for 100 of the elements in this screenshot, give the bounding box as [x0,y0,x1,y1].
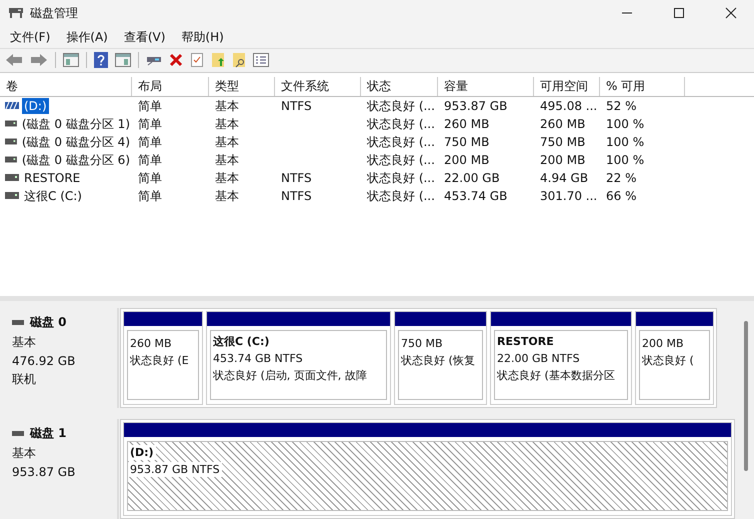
table-cell-text: 301.70 ... [539,188,598,205]
volume-name[interactable]: 这很C (C:) [22,188,84,204]
table-cell-text: 简单 [137,98,163,115]
forward-arrow-icon[interactable] [30,53,48,68]
table-cell-text: NTFS [280,170,313,187]
partition-block[interactable]: 750 MB 状态良好 (恢复 [394,310,487,405]
table-cell-text: 状态良好 (... [366,116,436,133]
maximize-icon[interactable] [673,7,685,20]
table-cell-text: 状态良好 (... [366,170,436,187]
partition-block[interactable]: RESTORE 22.00 GB NTFS 状态良好 (基本数据分区 [490,310,632,405]
column-header[interactable]: 卷 [0,76,132,96]
table-cell-text: 22.00 GB [443,170,501,187]
partition-name: 这很C (C:) [211,334,272,349]
table-cell-text: 200 MB [443,152,490,169]
disk-type: 基本 [12,444,37,462]
drive-icon [12,430,24,436]
close-icon[interactable] [725,7,737,20]
table-cell-text: 基本 [214,98,240,115]
table-cell-text: 基本 [214,152,240,169]
table-cell-text: 750 MB [443,134,490,151]
disk-size: 953.87 GB [12,464,76,479]
table-cell-text: 基本 [214,116,240,133]
table-cell-text: 200 MB [539,152,586,169]
table-cell-text: 100 % [605,152,646,169]
partition-status: 状态良好 (E [128,352,191,368]
table-cell-text: 简单 [137,116,163,133]
table-cell-text: 状态良好 (... [366,98,436,115]
table-cell-text: 52 % [605,98,638,115]
drive-icon [5,120,17,128]
table-cell-text: 基本 [214,134,240,151]
partition-block[interactable]: (D:) 953.87 GB NTFS [123,422,732,516]
scrollbar[interactable] [744,320,748,471]
drive-icon [12,320,24,325]
table-cell-text: 简单 [137,170,163,187]
table-cell-text: NTFS [280,188,313,205]
table-cell-text: 状态良好 (... [366,134,436,151]
list-icon[interactable] [253,53,269,68]
panel-icon[interactable] [63,53,79,68]
checked-document-icon[interactable] [190,52,204,68]
column-header[interactable]: 可用空间 [534,76,600,96]
folder-up-icon[interactable] [211,52,225,68]
partition-name: (D:) [128,444,156,460]
drive-icon [5,156,17,164]
back-arrow-icon[interactable] [5,53,23,68]
disk-status: 联机 [12,370,37,388]
table-cell-text: 状态良好 (... [366,152,436,169]
menu-item[interactable]: 帮助(H) [181,28,224,46]
menu-item[interactable]: 文件(F) [10,28,50,46]
volume-name[interactable]: (磁盘 0 磁盘分区 6) [20,152,132,168]
partition-size: 953.87 GB NTFS [128,462,222,477]
table-cell-text: 750 MB [539,134,586,151]
table-cell-text: 状态良好 (... [366,188,436,205]
disk-type: 基本 [12,334,37,351]
partition-block[interactable]: 200 MB 状态良好 ( [635,310,714,405]
table-cell-text: NTFS [280,98,313,115]
disk-size: 476.92 GB [12,354,76,368]
table-cell-text: 260 MB [443,116,490,133]
volume-name[interactable]: (磁盘 0 磁盘分区 4) [20,134,132,150]
window-title: 磁盘管理 [30,4,78,22]
partition-block[interactable]: 这很C (C:) 453.74 GB NTFS 状态良好 (启动, 页面文件, 故障 [206,310,391,405]
table-cell-text: 953.87 GB [443,98,508,115]
column-header[interactable]: 容量 [438,76,534,96]
panel-icon[interactable] [115,53,131,68]
table-cell-text: 22 % [605,170,638,187]
table-cell-text: 简单 [137,152,163,169]
menu-item[interactable]: 操作(A) [66,28,108,46]
table-cell-text: 4.94 GB [539,170,590,187]
table-cell-text: 基本 [214,188,240,205]
partition-status: 状态良好 (恢复 [399,352,477,368]
help-icon[interactable] [94,52,108,68]
table-cell-text: 495.08 ... [539,98,598,115]
partition-status: 状态良好 (基本数据分区 [495,368,617,383]
table-cell-text: 简单 [137,134,163,151]
drive-icon [5,174,19,182]
column-header[interactable]: 布局 [132,76,209,96]
disk-name: 磁盘 0 [30,314,67,331]
folder-search-icon[interactable] [232,52,246,68]
column-header[interactable]: 状态 [361,76,438,96]
column-header[interactable]: 类型 [209,76,275,96]
volume-name[interactable]: RESTORE [22,170,82,186]
table-cell-text: 简单 [137,188,163,205]
partition-status: 状态良好 ( [640,352,696,368]
table-cell-text: 453.74 GB [443,188,508,205]
table-cell-text: 260 MB [539,116,586,133]
disk-name: 磁盘 1 [30,424,67,442]
drive-icon [5,192,19,200]
volume-name[interactable]: (D:) [22,98,49,114]
partition-block[interactable]: 260 MB 状态良好 (E [123,310,203,405]
column-header[interactable]: 文件系统 [275,76,361,96]
menu-item[interactable]: 查看(V) [124,28,166,46]
delete-icon[interactable] [169,53,183,68]
table-cell-text: 100 % [605,116,646,133]
drive-icon [5,138,17,146]
disk-drive-icon [8,6,24,20]
table-cell-text: 66 % [605,188,638,205]
table-cell-text: 100 % [605,134,646,151]
volume-name[interactable]: (磁盘 0 磁盘分区 1) [20,116,132,132]
partition-status: 状态良好 (启动, 页面文件, 故障 [211,368,369,383]
column-header[interactable]: % 可用 [600,76,685,96]
table-cell-text: 基本 [214,170,240,187]
